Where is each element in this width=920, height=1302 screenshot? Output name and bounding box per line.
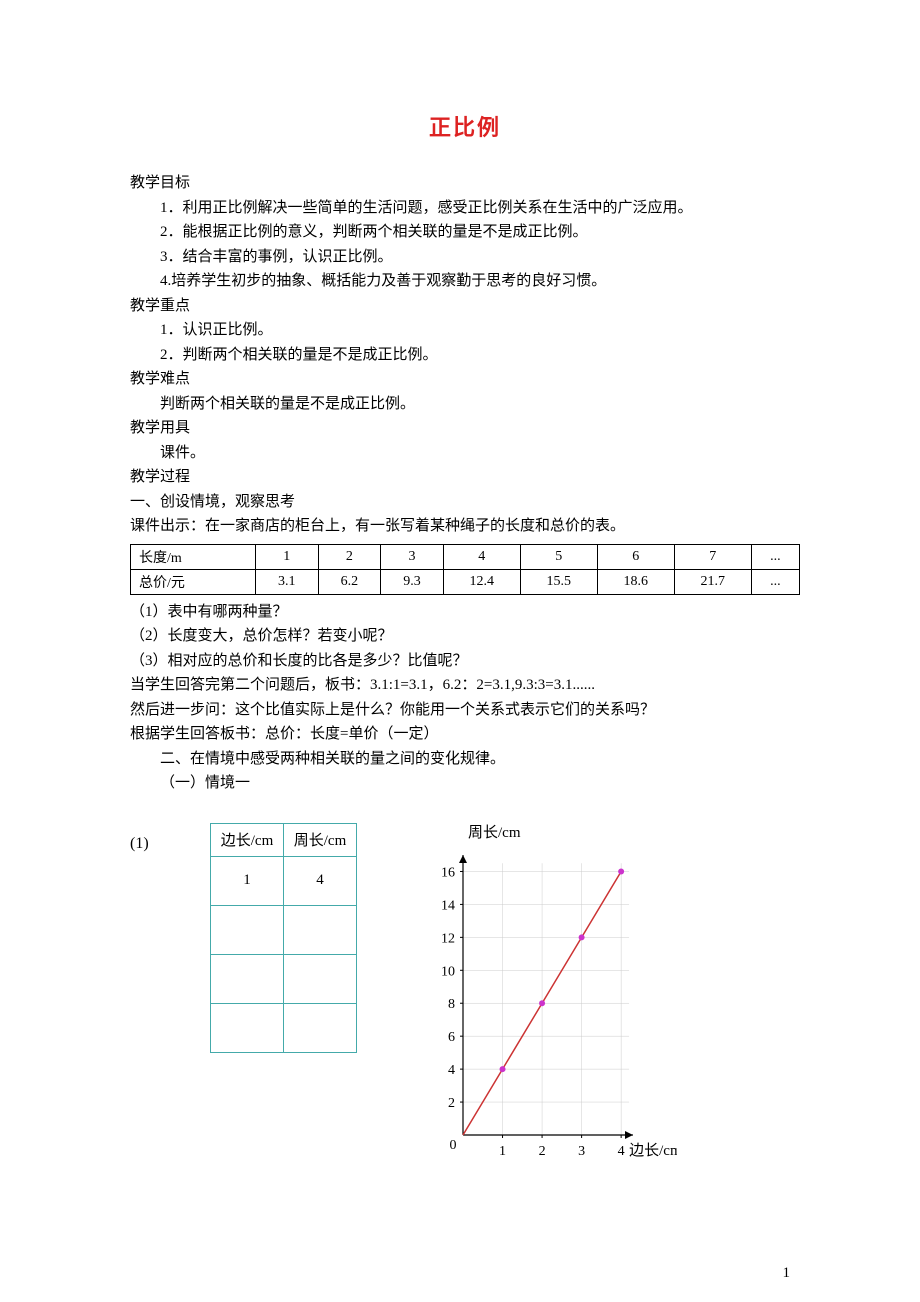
svg-text:12: 12 (441, 931, 455, 946)
svg-text:3: 3 (578, 1144, 585, 1159)
table-cell: 3 (381, 544, 444, 569)
svg-text:2: 2 (448, 1096, 455, 1111)
table-cell: 1 (255, 544, 318, 569)
process-label: 教学过程 (130, 466, 800, 489)
objective-1: 1．利用正比例解决一些简单的生活问题，感受正比例关系在生活中的广泛应用。 (130, 197, 800, 220)
svg-text:14: 14 (441, 898, 455, 913)
keypoints-label: 教学重点 (130, 295, 800, 318)
svg-text:2: 2 (539, 1144, 546, 1159)
table-cell (211, 905, 284, 954)
table-cell: 5 (520, 544, 597, 569)
svg-text:1: 1 (499, 1144, 506, 1159)
table-cell (211, 954, 284, 1003)
table-cell: 7 (674, 544, 751, 569)
table-cell: ... (751, 569, 799, 594)
table-cell: 4 (443, 544, 520, 569)
table-header: 周长/cm (284, 823, 357, 856)
price-table: 长度/m 1 2 3 4 5 6 7 ... 总价/元 3.1 6.2 9.3 … (130, 544, 800, 595)
part2-heading: 二、在情境中感受两种相关联的量之间的变化规律。 (130, 748, 800, 771)
objective-3: 3．结合丰富的事例，认识正比例。 (130, 246, 800, 269)
table-cell: 12.4 (443, 569, 520, 594)
followup-3: 根据学生回答板书：总价：长度=单价（一定） (130, 723, 800, 746)
svg-text:0: 0 (450, 1138, 457, 1153)
table-cell: 3.1 (255, 569, 318, 594)
svg-text:6: 6 (448, 1030, 455, 1045)
svg-text:4: 4 (618, 1144, 625, 1159)
table-cell: 9.3 (381, 569, 444, 594)
keypoint-1: 1．认识正比例。 (130, 319, 800, 342)
part2-sub: （一）情境一 (130, 772, 800, 795)
table-cell: 2 (318, 544, 381, 569)
table-header: 边长/cm (211, 823, 284, 856)
table-cell: 6.2 (318, 569, 381, 594)
materials-text: 课件。 (130, 442, 800, 465)
table-cell (284, 1003, 357, 1052)
table-cell (211, 1003, 284, 1052)
table-cell: 长度/m (131, 544, 256, 569)
table-cell: 21.7 (674, 569, 751, 594)
part1-heading: 一、创设情境，观察思考 (130, 491, 800, 514)
table-cell (284, 905, 357, 954)
followup-2: 然后进一步问：这个比值实际上是什么？你能用一个关系式表示它们的关系吗？ (130, 699, 800, 722)
table-cell: 4 (284, 856, 357, 905)
table-cell: 15.5 (520, 569, 597, 594)
keypoint-2: 2．判断两个相关联的量是不是成正比例。 (130, 344, 800, 367)
page-number: 1 (783, 1265, 791, 1282)
materials-label: 教学用具 (130, 417, 800, 440)
difficulty-text: 判断两个相关联的量是不是成正比例。 (130, 393, 800, 416)
objective-2: 2．能根据正比例的意义，判断两个相关联的量是不是成正比例。 (130, 221, 800, 244)
part1-intro: 课件出示：在一家商店的柜台上，有一张写着某种绳子的长度和总价的表。 (130, 515, 800, 538)
table-cell: ... (751, 544, 799, 569)
objective-4: 4.培养学生初步的抽象、概括能力及善于观察勤于思考的良好习惯。 (130, 270, 800, 293)
table-cell: 总价/元 (131, 569, 256, 594)
followup-1: 当学生回答完第二个问题后，板书：3.1:1=3.1，6.2：2=3.1,9.3:… (130, 674, 800, 697)
item-label: (1) (130, 815, 170, 853)
svg-text:周长/cm: 周长/cm (468, 824, 521, 841)
difficulty-label: 教学难点 (130, 368, 800, 391)
svg-text:4: 4 (448, 1063, 455, 1078)
question-2: （2）长度变大，总价怎样？若变小呢？ (130, 625, 800, 648)
table-cell (284, 954, 357, 1003)
svg-text:16: 16 (441, 865, 455, 880)
svg-text:10: 10 (441, 964, 455, 979)
question-3: （3）相对应的总价和长度的比各是多少？比值呢？ (130, 650, 800, 673)
svg-text:边长/cm: 边长/cm (629, 1142, 677, 1159)
svg-text:8: 8 (448, 997, 455, 1012)
table-cell: 1 (211, 856, 284, 905)
table-cell: 6 (597, 544, 674, 569)
perimeter-chart: 24681012141612340周长/cm边长/cm (417, 815, 677, 1175)
perimeter-table: 边长/cm 周长/cm 1 4 (210, 823, 357, 1053)
table-cell: 18.6 (597, 569, 674, 594)
objectives-label: 教学目标 (130, 172, 800, 195)
page-title: 正比例 (130, 110, 800, 142)
question-1: （1）表中有哪两种量？ (130, 601, 800, 624)
